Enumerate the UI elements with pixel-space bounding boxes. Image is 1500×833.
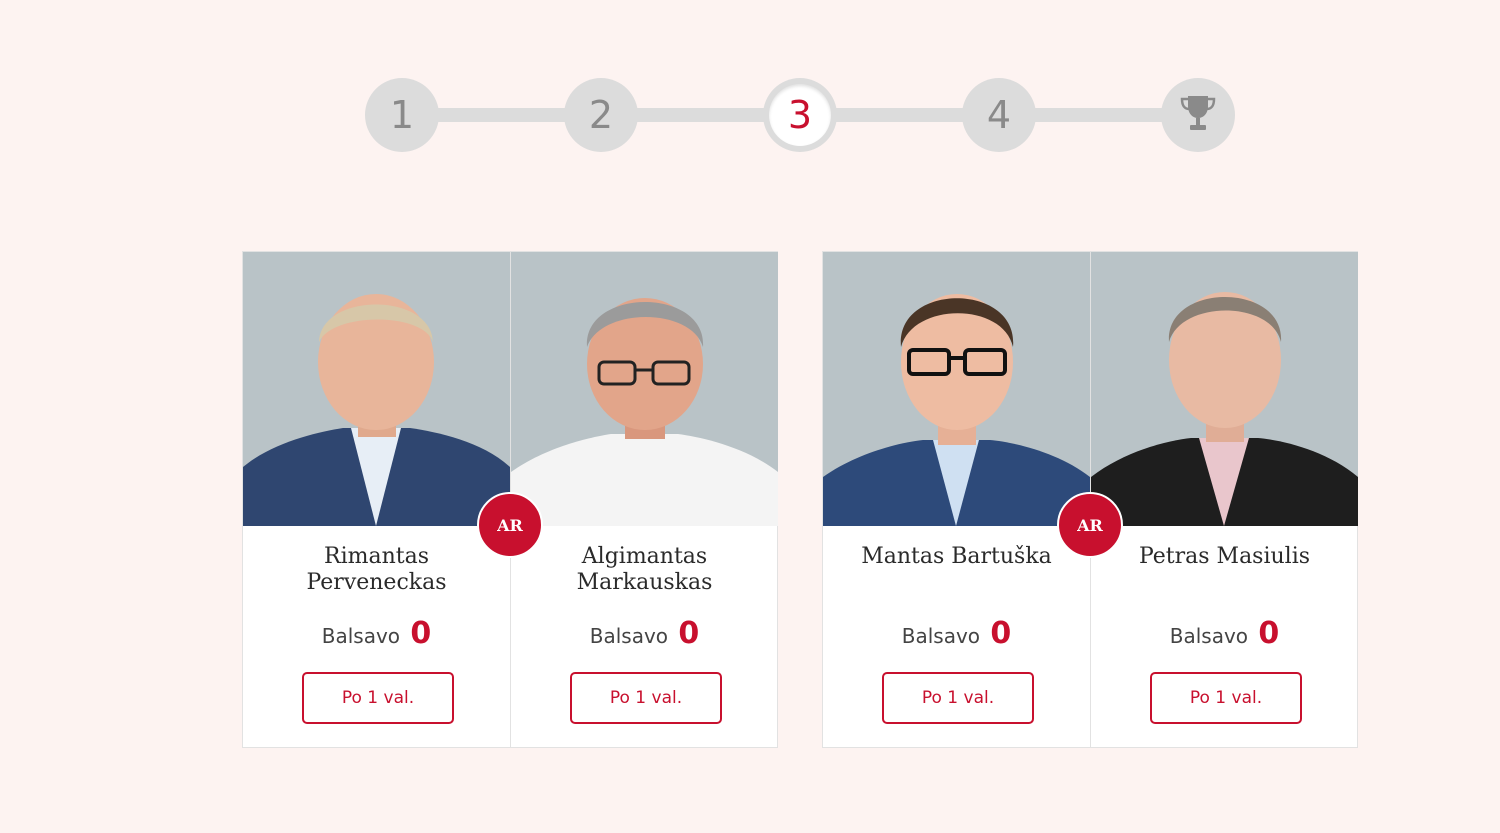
versus-badge: AR [1057, 492, 1123, 558]
candidate-card: Rimantas Perveneckas Balsavo 0 Po 1 val. [243, 252, 510, 747]
trophy-icon [1178, 92, 1218, 138]
vote-count: Balsavo 0 [511, 616, 778, 651]
step-2[interactable]: 2 [564, 78, 638, 152]
step-label: 2 [588, 93, 614, 137]
votes-label: Balsavo [589, 624, 669, 648]
vote-count: Balsavo 0 [823, 616, 1090, 651]
votes-value: 0 [1258, 616, 1280, 651]
step-1[interactable]: 1 [365, 78, 439, 152]
step-final[interactable] [1161, 78, 1235, 152]
step-label: 1 [389, 93, 415, 137]
matchup-card-1: Rimantas Perveneckas Balsavo 0 Po 1 val.… [242, 251, 778, 748]
vote-button[interactable]: Po 1 val. [882, 672, 1034, 724]
matchup-card-2: Mantas Bartuška Balsavo 0 Po 1 val. Petr… [822, 251, 1358, 748]
candidate-card: Algimantas Markauskas Balsavo 0 Po 1 val… [510, 252, 778, 747]
vote-button[interactable]: Po 1 val. [302, 672, 454, 724]
votes-label: Balsavo [901, 624, 981, 648]
candidate-photo [823, 252, 1090, 526]
votes-value: 0 [410, 616, 432, 651]
step-active-indicator: 3 [769, 84, 831, 146]
candidate-photo [511, 252, 778, 526]
candidate-photo [1091, 252, 1358, 526]
votes-label: Balsavo [321, 624, 401, 648]
votes-value: 0 [678, 616, 700, 651]
candidate-card: Petras Masiulis Balsavo 0 Po 1 val. [1090, 252, 1358, 747]
candidate-name: Rimantas Perveneckas [306, 544, 447, 595]
step-label: 4 [986, 93, 1012, 137]
step-label: 3 [787, 93, 813, 137]
candidate-name: Petras Masiulis [1138, 544, 1311, 569]
vote-count: Balsavo 0 [1091, 616, 1358, 651]
vote-button[interactable]: Po 1 val. [1150, 672, 1302, 724]
candidate-card: Mantas Bartuška Balsavo 0 Po 1 val. [823, 252, 1090, 747]
step-3[interactable]: 3 [763, 78, 837, 152]
tournament-stepper: 1 2 3 4 [365, 78, 1235, 152]
vote-count: Balsavo 0 [243, 616, 510, 651]
votes-value: 0 [990, 616, 1012, 651]
votes-label: Balsavo [1169, 624, 1249, 648]
step-4[interactable]: 4 [962, 78, 1036, 152]
vote-button[interactable]: Po 1 val. [570, 672, 722, 724]
versus-badge: AR [477, 492, 543, 558]
candidate-name: Mantas Bartuška [861, 544, 1052, 569]
candidate-name: Algimantas Markauskas [576, 544, 713, 595]
candidate-photo [243, 252, 510, 526]
